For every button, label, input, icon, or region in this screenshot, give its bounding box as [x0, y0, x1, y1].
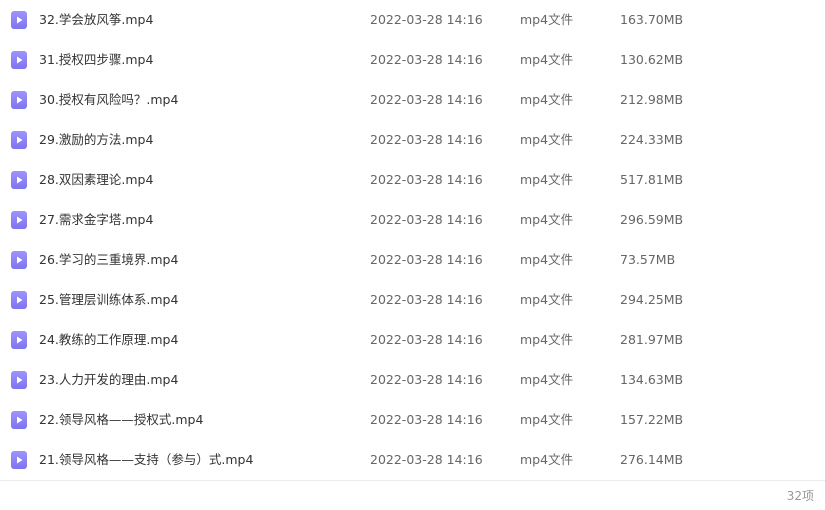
file-row[interactable]: 29.激励的方法.mp4 2022-03-28 14:16 mp4文件 224.…	[0, 120, 825, 160]
footer-divider	[0, 480, 825, 481]
file-modified-date: 2022-03-28 14:16	[370, 452, 483, 467]
file-name[interactable]: 30.授权有风险吗？.mp4	[39, 80, 178, 120]
file-row[interactable]: 26.学习的三重境界.mp4 2022-03-28 14:16 mp4文件 73…	[0, 240, 825, 280]
file-modified-date: 2022-03-28 14:16	[370, 92, 483, 107]
file-modified-date: 2022-03-28 14:16	[370, 252, 483, 267]
file-size: 296.59MB	[620, 212, 684, 227]
file-name[interactable]: 28.双因素理论.mp4	[39, 160, 153, 200]
file-row[interactable]: 30.授权有风险吗？.mp4 2022-03-28 14:16 mp4文件 21…	[0, 80, 825, 120]
file-size: 224.33MB	[620, 132, 684, 147]
file-modified-date: 2022-03-28 14:16	[370, 172, 483, 187]
file-row[interactable]: 25.管理层训练体系.mp4 2022-03-28 14:16 mp4文件 29…	[0, 280, 825, 320]
file-modified-date: 2022-03-28 14:16	[370, 132, 483, 147]
file-row[interactable]: 28.双因素理论.mp4 2022-03-28 14:16 mp4文件 517.…	[0, 160, 825, 200]
file-name[interactable]: 21.领导风格——支持（参与）式.mp4	[39, 440, 253, 480]
file-row[interactable]: 24.教练的工作原理.mp4 2022-03-28 14:16 mp4文件 28…	[0, 320, 825, 360]
file-size: 134.63MB	[620, 372, 684, 387]
file-type: mp4文件	[520, 332, 574, 347]
file-row[interactable]: 21.领导风格——支持（参与）式.mp4 2022-03-28 14:16 mp…	[0, 440, 825, 480]
file-size: 130.62MB	[620, 52, 684, 67]
video-file-icon	[11, 211, 27, 229]
file-size: 281.97MB	[620, 332, 684, 347]
file-row[interactable]: 23.人力开发的理由.mp4 2022-03-28 14:16 mp4文件 13…	[0, 360, 825, 400]
file-modified-date: 2022-03-28 14:16	[370, 212, 483, 227]
file-list: 32.学会放风筝.mp4 2022-03-28 14:16 mp4文件 163.…	[0, 0, 825, 480]
file-name[interactable]: 29.激励的方法.mp4	[39, 120, 153, 160]
video-file-icon	[11, 171, 27, 189]
video-file-icon	[11, 131, 27, 149]
file-type: mp4文件	[520, 412, 574, 427]
video-file-icon	[11, 91, 27, 109]
file-modified-date: 2022-03-28 14:16	[370, 12, 483, 27]
file-modified-date: 2022-03-28 14:16	[370, 412, 483, 427]
file-modified-date: 2022-03-28 14:16	[370, 292, 483, 307]
file-size: 212.98MB	[620, 92, 684, 107]
file-type: mp4文件	[520, 52, 574, 67]
file-row[interactable]: 31.授权四步骤.mp4 2022-03-28 14:16 mp4文件 130.…	[0, 40, 825, 80]
file-type: mp4文件	[520, 252, 574, 267]
file-modified-date: 2022-03-28 14:16	[370, 372, 483, 387]
video-file-icon	[11, 331, 27, 349]
file-name[interactable]: 22.领导风格——授权式.mp4	[39, 400, 203, 440]
file-row[interactable]: 27.需求金字塔.mp4 2022-03-28 14:16 mp4文件 296.…	[0, 200, 825, 240]
file-row[interactable]: 22.领导风格——授权式.mp4 2022-03-28 14:16 mp4文件 …	[0, 400, 825, 440]
file-name[interactable]: 31.授权四步骤.mp4	[39, 40, 153, 80]
file-name[interactable]: 26.学习的三重境界.mp4	[39, 240, 178, 280]
file-name[interactable]: 27.需求金字塔.mp4	[39, 200, 153, 240]
file-modified-date: 2022-03-28 14:16	[370, 332, 483, 347]
file-name[interactable]: 23.人力开发的理由.mp4	[39, 360, 178, 400]
file-size: 294.25MB	[620, 292, 684, 307]
video-file-icon	[11, 11, 27, 29]
file-type: mp4文件	[520, 452, 574, 467]
file-type: mp4文件	[520, 92, 574, 107]
file-size: 276.14MB	[620, 452, 684, 467]
file-row[interactable]: 32.学会放风筝.mp4 2022-03-28 14:16 mp4文件 163.…	[0, 0, 825, 40]
file-modified-date: 2022-03-28 14:16	[370, 52, 483, 67]
file-type: mp4文件	[520, 12, 574, 27]
file-name[interactable]: 32.学会放风筝.mp4	[39, 0, 153, 40]
file-size: 517.81MB	[620, 172, 684, 187]
file-type: mp4文件	[520, 372, 574, 387]
video-file-icon	[11, 251, 27, 269]
item-count: 32项	[786, 489, 814, 503]
file-type: mp4文件	[520, 132, 574, 147]
file-type: mp4文件	[520, 212, 574, 227]
file-type: mp4文件	[520, 292, 574, 307]
video-file-icon	[11, 51, 27, 69]
file-size: 157.22MB	[620, 412, 684, 427]
file-size: 73.57MB	[620, 252, 676, 267]
file-name[interactable]: 24.教练的工作原理.mp4	[39, 320, 178, 360]
video-file-icon	[11, 451, 27, 469]
video-file-icon	[11, 411, 27, 429]
file-type: mp4文件	[520, 172, 574, 187]
video-file-icon	[11, 371, 27, 389]
file-name[interactable]: 25.管理层训练体系.mp4	[39, 280, 178, 320]
video-file-icon	[11, 291, 27, 309]
file-size: 163.70MB	[620, 12, 684, 27]
